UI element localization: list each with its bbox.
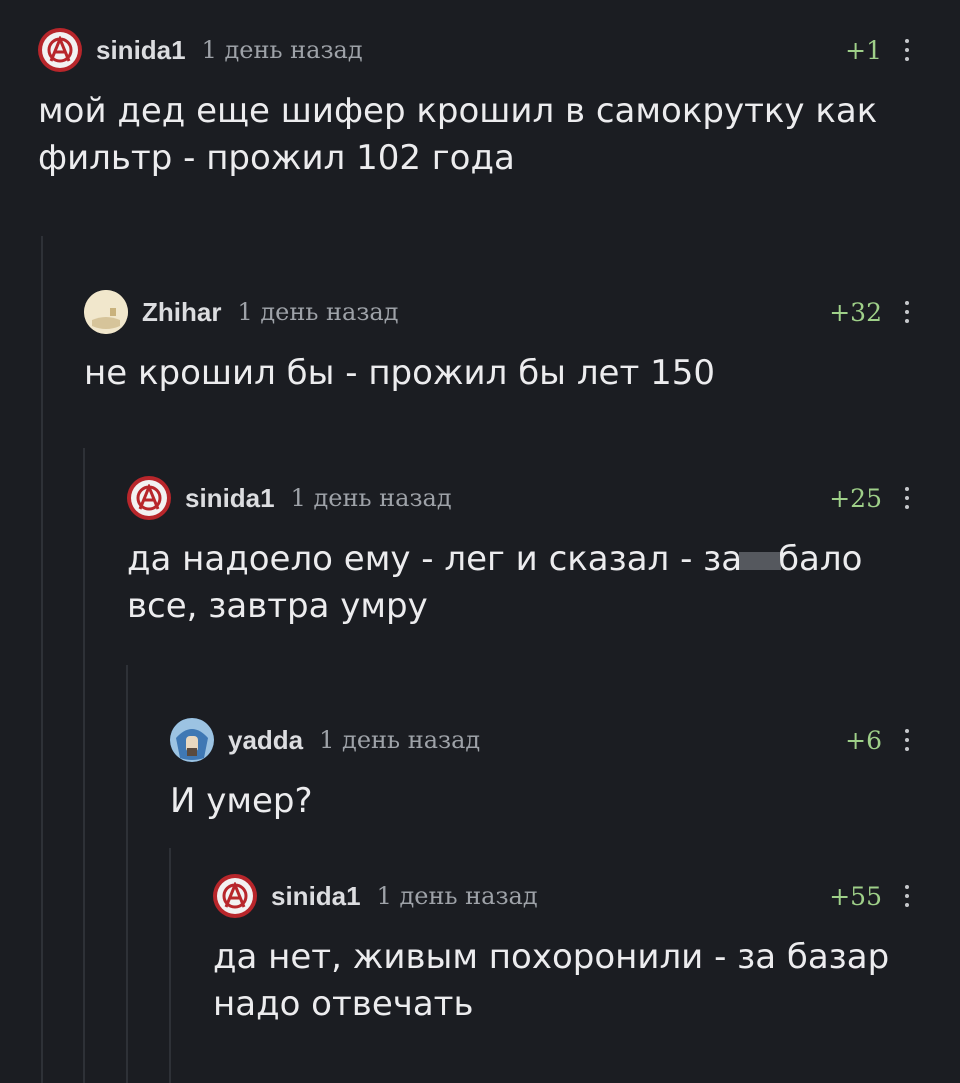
- timestamp: 1 день назад: [201, 36, 363, 64]
- more-options-icon[interactable]: [904, 487, 910, 509]
- comment-text: да нет, живым похоронили - за базар надо…: [213, 937, 900, 1024]
- username[interactable]: Zhihar: [142, 297, 221, 328]
- anarchy-avatar-icon[interactable]: [38, 28, 82, 72]
- comment-header: sinida1 1 день назад +25: [127, 476, 910, 520]
- comment-rating: +32: [829, 297, 882, 327]
- more-options-icon[interactable]: [904, 301, 910, 323]
- timestamp: 1 день назад: [376, 882, 538, 910]
- comment: sinida1 1 день назад +25 да надоело ему …: [127, 476, 910, 630]
- more-options-icon[interactable]: [904, 39, 910, 61]
- cream-avatar-icon[interactable]: [84, 290, 128, 334]
- thread-line-level-2[interactable]: [83, 448, 85, 1083]
- comment-text-part: да надоело ему - лег и сказал - за: [127, 539, 743, 579]
- comment: sinida1 1 день назад +55 да нет, живым п…: [213, 874, 910, 1028]
- comment: yadda 1 день назад +6 И умер?: [170, 718, 910, 825]
- censor-blur: [739, 551, 782, 570]
- timestamp: 1 день назад: [319, 726, 481, 754]
- thread-line-level-3[interactable]: [126, 665, 128, 1083]
- timestamp: 1 день назад: [237, 298, 399, 326]
- comment-rating: +55: [829, 881, 882, 911]
- comment-rating: +1: [845, 35, 882, 65]
- username[interactable]: yadda: [228, 725, 303, 756]
- comment-rating: +25: [829, 483, 882, 513]
- username[interactable]: sinida1: [96, 35, 186, 66]
- username[interactable]: sinida1: [185, 483, 275, 514]
- comment-header: sinida1 1 день назад +1: [38, 28, 910, 72]
- comment-text: не крошил бы - прожил бы лет 150: [84, 353, 715, 393]
- comment-header: yadda 1 день назад +6: [170, 718, 910, 762]
- comment-text: И умер?: [170, 781, 313, 821]
- more-options-icon[interactable]: [904, 729, 910, 751]
- comment-header: sinida1 1 день назад +55: [213, 874, 910, 918]
- comment-rating: +6: [845, 725, 882, 755]
- comment-text: мой дед еще шифер крошил в самокрутку ка…: [38, 91, 889, 178]
- timestamp: 1 день назад: [290, 484, 452, 512]
- more-options-icon[interactable]: [904, 885, 910, 907]
- comment: sinida1 1 день назад +1 мой дед еще шифе…: [38, 28, 910, 182]
- warrior-avatar-icon[interactable]: [170, 718, 214, 762]
- thread-line-level-1[interactable]: [41, 236, 43, 1083]
- anarchy-avatar-icon[interactable]: [127, 476, 171, 520]
- username[interactable]: sinida1: [271, 881, 361, 912]
- anarchy-avatar-icon[interactable]: [213, 874, 257, 918]
- comment-text: да надоело ему - лег и сказал - за бало в…: [127, 536, 910, 630]
- comment-header: Zhihar 1 день назад +32: [84, 290, 910, 334]
- thread-line-level-4[interactable]: [169, 848, 171, 1083]
- comment: Zhihar 1 день назад +32 не крошил бы - п…: [84, 290, 910, 397]
